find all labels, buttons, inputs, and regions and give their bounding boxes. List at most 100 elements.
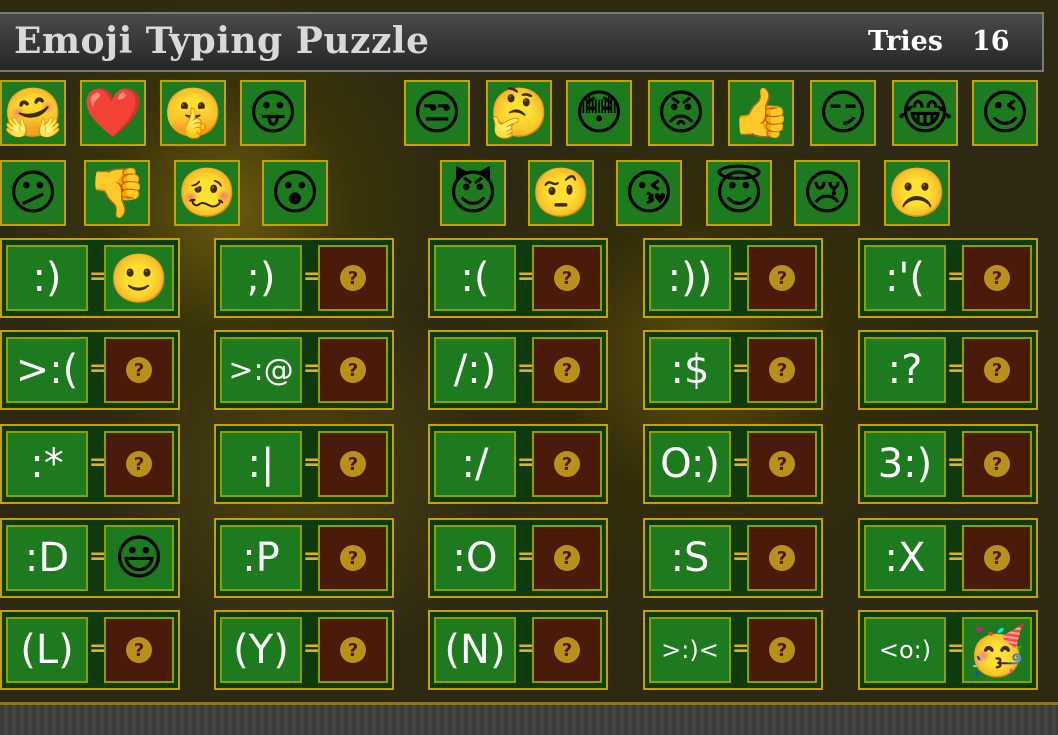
emoji-tile[interactable]: 🤗 bbox=[0, 80, 66, 146]
question-mark-icon: ? bbox=[340, 357, 366, 383]
emoji-tile[interactable]: 😢 bbox=[794, 160, 860, 226]
emoticon-code: :'( bbox=[864, 245, 946, 311]
emoji-tile[interactable]: 😂 bbox=[892, 80, 958, 146]
equation-cell: :| =? bbox=[214, 424, 394, 504]
emoji-tile[interactable]: ☹️ bbox=[884, 160, 950, 226]
emoji-tile[interactable]: 😇 bbox=[706, 160, 772, 226]
question-mark-icon: ? bbox=[984, 357, 1010, 383]
answer-slot-empty[interactable]: ? bbox=[318, 617, 388, 683]
answer-slot-empty[interactable]: ? bbox=[962, 245, 1032, 311]
emoji-tile[interactable]: ❤️ bbox=[80, 80, 146, 146]
emoji-tile[interactable]: 😒 bbox=[404, 80, 470, 146]
equation-cell: >:@ =? bbox=[214, 330, 394, 410]
question-mark-icon: ? bbox=[769, 545, 795, 571]
tries-counter: 16 bbox=[972, 26, 1010, 57]
emoticon-code: :? bbox=[864, 337, 946, 403]
equation-cell: >:)< =? bbox=[643, 610, 823, 690]
answer-slot-empty[interactable]: ? bbox=[318, 525, 388, 591]
emoji-tile[interactable]: 🥴 bbox=[174, 160, 240, 226]
emoticon-code: >:( bbox=[6, 337, 88, 403]
footer-bar bbox=[0, 702, 1058, 735]
game-board: Emoji Typing Puzzle Tries 16 🤗 ❤️ 🤫 😛 😒 🤔 😳 😡 👍 😏… bbox=[0, 0, 1058, 706]
emoticon-code: :/ bbox=[434, 431, 516, 497]
emoji-tile[interactable]: 😘 bbox=[616, 160, 682, 226]
equation-cell: :(=? bbox=[428, 238, 608, 318]
emoticon-code: :) bbox=[6, 245, 88, 311]
answer-slot-empty[interactable]: ? bbox=[532, 245, 602, 311]
emoji-tile[interactable]: 😏 bbox=[810, 80, 876, 146]
answer-slot-empty[interactable]: ? bbox=[318, 245, 388, 311]
question-mark-icon: ? bbox=[554, 451, 580, 477]
equation-cell: :? =? bbox=[858, 330, 1038, 410]
emoticon-code: :X bbox=[864, 525, 946, 591]
answer-slot-empty[interactable]: ? bbox=[532, 431, 602, 497]
emoji-tile[interactable]: 😳 bbox=[566, 80, 632, 146]
question-mark-icon: ? bbox=[984, 545, 1010, 571]
equation-cell: >:(=? bbox=[0, 330, 180, 410]
answer-slot-empty[interactable]: ? bbox=[532, 337, 602, 403]
equation-cell: :$ =? bbox=[643, 330, 823, 410]
equals-sign: = bbox=[947, 450, 966, 475]
answer-slot-empty[interactable]: ? bbox=[962, 525, 1032, 591]
answer-slot-filled[interactable]: 🙂 bbox=[104, 245, 174, 311]
equation-cell: (N) =? bbox=[428, 610, 608, 690]
answer-slot-empty[interactable]: ? bbox=[962, 431, 1032, 497]
emoticon-code: :S bbox=[649, 525, 731, 591]
emoji-tile[interactable]: 🤔 bbox=[486, 80, 552, 146]
equals-sign: = bbox=[89, 264, 108, 289]
emoji-tile[interactable]: 😡 bbox=[648, 80, 714, 146]
equals-sign: = bbox=[732, 544, 751, 569]
equals-sign: = bbox=[947, 264, 966, 289]
emoji-tile[interactable]: 🤨 bbox=[528, 160, 594, 226]
equals-sign: = bbox=[303, 356, 322, 381]
question-mark-icon: ? bbox=[554, 545, 580, 571]
answer-slot-empty[interactable]: ? bbox=[747, 245, 817, 311]
emoji-tile[interactable]: 😈 bbox=[440, 160, 506, 226]
equals-sign: = bbox=[303, 450, 322, 475]
emoticon-code: (L) bbox=[6, 617, 88, 683]
emoticon-code: (Y) bbox=[220, 617, 302, 683]
answer-slot-empty[interactable]: ? bbox=[104, 337, 174, 403]
equation-cell: :/=? bbox=[428, 424, 608, 504]
emoji-tile[interactable]: 😮 bbox=[262, 160, 328, 226]
emoji-tile[interactable]: 😛 bbox=[240, 80, 306, 146]
question-mark-icon: ? bbox=[126, 357, 152, 383]
answer-slot-empty[interactable]: ? bbox=[318, 431, 388, 497]
answer-slot-empty[interactable]: ? bbox=[747, 617, 817, 683]
emoji-tile[interactable]: 😕 bbox=[0, 160, 66, 226]
answer-slot-empty[interactable]: ? bbox=[532, 525, 602, 591]
question-mark-icon: ? bbox=[126, 451, 152, 477]
equation-cell: 3:) =? bbox=[858, 424, 1038, 504]
emoticon-code: :D bbox=[6, 525, 88, 591]
answer-slot-empty[interactable]: ? bbox=[532, 617, 602, 683]
equation-cell: :) = 🙂 bbox=[0, 238, 180, 318]
answer-slot-empty[interactable]: ? bbox=[962, 337, 1032, 403]
emoji-tile[interactable]: 🤫 bbox=[160, 80, 226, 146]
question-mark-icon: ? bbox=[554, 637, 580, 663]
answer-slot-empty[interactable]: ? bbox=[104, 431, 174, 497]
equals-sign: = bbox=[303, 264, 322, 289]
equals-sign: = bbox=[89, 356, 108, 381]
equals-sign: = bbox=[303, 636, 322, 661]
answer-slot-empty[interactable]: ? bbox=[104, 617, 174, 683]
equation-cell: (L) =? bbox=[0, 610, 180, 690]
answer-slot-empty[interactable]: ? bbox=[747, 525, 817, 591]
equals-sign: = bbox=[517, 356, 536, 381]
question-mark-icon: ? bbox=[769, 265, 795, 291]
question-mark-icon: ? bbox=[769, 357, 795, 383]
emoji-tile[interactable]: 👎 bbox=[84, 160, 150, 226]
answer-slot-empty[interactable]: ? bbox=[747, 431, 817, 497]
equals-sign: = bbox=[303, 544, 322, 569]
answer-slot-filled[interactable]: 🥳 bbox=[962, 617, 1032, 683]
emoji-tile[interactable]: 👍 bbox=[728, 80, 794, 146]
equals-sign: = bbox=[947, 544, 966, 569]
emoticon-code: ;) bbox=[220, 245, 302, 311]
equation-cell: :'(=? bbox=[858, 238, 1038, 318]
answer-slot-empty[interactable]: ? bbox=[318, 337, 388, 403]
answer-slot-empty[interactable]: ? bbox=[747, 337, 817, 403]
emoticon-code: :)) bbox=[649, 245, 731, 311]
answer-slot-filled[interactable]: 😃 bbox=[104, 525, 174, 591]
emoji-tile[interactable]: 😉 bbox=[972, 80, 1038, 146]
question-mark-icon: ? bbox=[340, 451, 366, 477]
equals-sign: = bbox=[732, 264, 751, 289]
